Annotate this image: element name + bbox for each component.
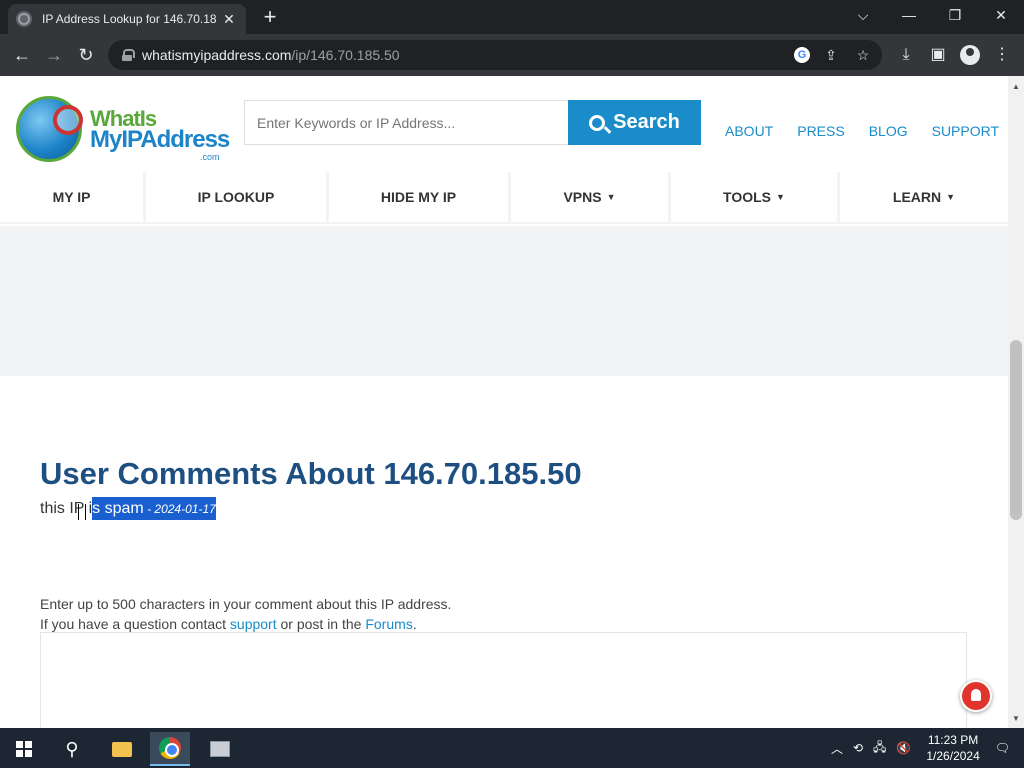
back-arrow-icon[interactable]: ← bbox=[10, 43, 34, 67]
comment-date: - 2024-01-17 bbox=[143, 502, 216, 516]
download-icon[interactable]: ⤓ bbox=[894, 43, 918, 67]
menu-dots-icon[interactable]: ⋮ bbox=[990, 43, 1014, 67]
text-cursor-icon bbox=[78, 504, 86, 520]
logo-globe-icon bbox=[16, 96, 83, 162]
tray-app-icon[interactable]: ⟲ bbox=[853, 741, 863, 755]
ad-placeholder bbox=[0, 226, 1008, 376]
link-press[interactable]: PRESS bbox=[797, 123, 844, 139]
support-link[interactable]: support bbox=[230, 616, 277, 632]
side-panel-icon[interactable]: ▣ bbox=[926, 43, 950, 67]
url-host: whatismyipaddress.com bbox=[142, 47, 292, 63]
search-input[interactable] bbox=[244, 100, 569, 145]
clock-date: 1/26/2024 bbox=[926, 749, 980, 763]
reload-icon[interactable]: ↻ bbox=[74, 43, 98, 67]
close-window-button[interactable]: ✕ bbox=[981, 4, 1021, 28]
instructions-text: . bbox=[412, 616, 417, 632]
app-window-icon[interactable] bbox=[200, 732, 240, 766]
instructions-text: or post in the bbox=[276, 616, 366, 632]
forward-arrow-icon[interactable]: → bbox=[42, 43, 66, 67]
nav-hide-my-ip[interactable]: HIDE MY IP bbox=[329, 172, 508, 222]
taskbar-clock[interactable]: 11:23 PM 1/26/2024 bbox=[926, 732, 979, 764]
nav-ip-lookup[interactable]: IP LOOKUP bbox=[146, 172, 326, 222]
caret-down-icon: ▼ bbox=[776, 192, 785, 202]
site-logo[interactable]: WhatIs MyIPAddress .com bbox=[16, 96, 230, 164]
web-page: WhatIs MyIPAddress .com Search ABOUT PRE… bbox=[0, 76, 1008, 728]
browser-tab[interactable]: IP Address Lookup for 146.70.18 ✕ bbox=[8, 4, 246, 34]
comment-textarea[interactable] bbox=[40, 632, 967, 728]
notification-bell-icon[interactable] bbox=[960, 680, 992, 712]
minimize-button[interactable]: — bbox=[889, 4, 929, 28]
link-blog[interactable]: BLOG bbox=[869, 123, 908, 139]
nav-label: MY IP bbox=[52, 189, 91, 205]
caret-down-icon: ▼ bbox=[946, 192, 956, 202]
browser-toolbar: ← → ↻ whatismyipaddress.com/ip/146.70.18… bbox=[0, 34, 1024, 76]
logo-text-line3: .com bbox=[200, 152, 220, 162]
globe-icon bbox=[16, 11, 32, 27]
address-bar[interactable]: whatismyipaddress.com/ip/146.70.185.50 G… bbox=[108, 40, 882, 70]
nav-label: TOOLS bbox=[723, 189, 772, 205]
clock-time: 11:23 PM bbox=[927, 733, 979, 747]
restore-button[interactable]: ❐ bbox=[935, 4, 975, 28]
notifications-icon[interactable]: 🗨 bbox=[995, 741, 1010, 755]
network-icon[interactable]: 🖧 bbox=[873, 738, 886, 759]
search-icon[interactable]: ⚲ bbox=[52, 732, 92, 766]
link-about[interactable]: ABOUT bbox=[725, 123, 773, 139]
search-icon bbox=[589, 114, 606, 131]
profile-avatar-icon[interactable] bbox=[960, 45, 980, 65]
main-nav: MY IP IP LOOKUP HIDE MY IP VPNS ▼ TOOLS ▼ … bbox=[0, 172, 1008, 224]
nav-tools[interactable]: TOOLS ▼ bbox=[671, 172, 837, 222]
volume-muted-icon[interactable]: 🔇 bbox=[896, 741, 911, 755]
link-support[interactable]: SUPPORT bbox=[932, 123, 999, 139]
system-tray: ︿ ⟲ 🖧 🔇 11:23 PM 1/26/2024 🗨 bbox=[826, 728, 1024, 768]
comment-instructions: Enter up to 500 characters in your comme… bbox=[40, 594, 451, 634]
browser-tab-bar: IP Address Lookup for 146.70.18 ✕ + ⌵ — … bbox=[0, 0, 1024, 34]
close-tab-icon[interactable]: ✕ bbox=[220, 11, 238, 28]
scroll-up-icon[interactable]: ▲ bbox=[1008, 80, 1024, 94]
share-icon[interactable]: ⇪ bbox=[820, 44, 842, 66]
lock-icon[interactable] bbox=[122, 49, 135, 61]
nav-my-ip[interactable]: MY IP bbox=[0, 172, 143, 222]
comment-text-selected: s spam bbox=[92, 500, 144, 517]
page-scrollbar[interactable]: ▲ ▼ bbox=[1008, 76, 1024, 728]
selected-text: s spam - 2024-01-17 bbox=[92, 497, 216, 520]
top-links: ABOUT PRESS BLOG SUPPORT bbox=[725, 123, 999, 139]
tab-title: IP Address Lookup for 146.70.18 bbox=[42, 12, 217, 26]
scrollbar-thumb[interactable] bbox=[1010, 340, 1022, 520]
nav-vpns[interactable]: VPNS ▼ bbox=[511, 172, 668, 222]
windows-taskbar: ⚲ ︿ ⟲ 🖧 🔇 11:23 PM 1/26/2024 🗨 bbox=[0, 728, 1024, 768]
caret-down-icon: ▼ bbox=[606, 192, 616, 202]
nav-label: HIDE MY IP bbox=[380, 189, 457, 205]
logo-text-line2: MyIPAddress bbox=[90, 126, 230, 153]
forums-link[interactable]: Forums bbox=[365, 616, 412, 632]
url-path: /ip/146.70.185.50 bbox=[291, 47, 400, 63]
nav-label: LEARN bbox=[892, 189, 942, 205]
nav-learn[interactable]: LEARN ▼ bbox=[840, 172, 1008, 222]
instructions-text: If you have a question contact bbox=[40, 616, 230, 632]
tray-chevron-up-icon[interactable]: ︿ bbox=[831, 740, 843, 757]
page-title: User Comments About 146.70.185.50 bbox=[40, 456, 582, 491]
search-button[interactable]: Search bbox=[568, 100, 701, 145]
google-lens-icon[interactable]: G bbox=[794, 47, 810, 63]
instructions-line1: Enter up to 500 characters in your comme… bbox=[40, 596, 452, 612]
user-comment: this IP is spam - 2024-01-17 bbox=[40, 497, 216, 520]
instructions-line2: If you have a question contact support o… bbox=[40, 614, 451, 634]
nav-label: IP LOOKUP bbox=[197, 189, 275, 205]
search-button-label: Search bbox=[613, 111, 680, 133]
nav-label: VPNS bbox=[563, 189, 602, 205]
bookmark-star-icon[interactable]: ☆ bbox=[852, 44, 874, 66]
windows-start-icon[interactable] bbox=[4, 732, 44, 766]
new-tab-button[interactable]: + bbox=[258, 6, 282, 30]
chrome-icon[interactable] bbox=[150, 732, 190, 766]
file-explorer-icon[interactable] bbox=[102, 732, 142, 766]
tab-search-chevron-icon[interactable]: ⌵ bbox=[843, 4, 883, 28]
scroll-down-icon[interactable]: ▼ bbox=[1008, 712, 1024, 726]
